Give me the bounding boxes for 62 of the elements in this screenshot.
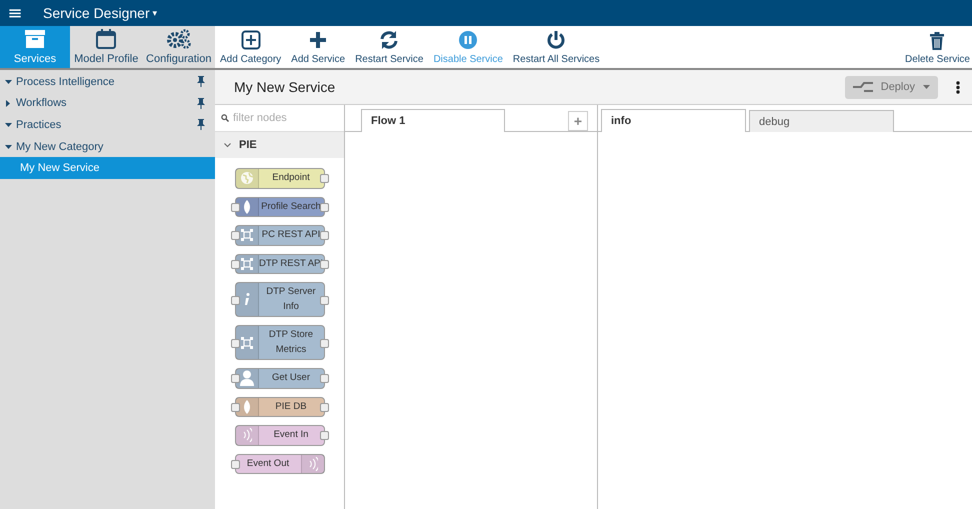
leaf-icon — [242, 400, 250, 414]
signal-icon — [242, 428, 252, 442]
menu-icon[interactable]: ≡ — [0, 2, 30, 24]
network-icon — [240, 258, 252, 270]
network-icon — [240, 229, 252, 242]
add-box-icon — [240, 30, 261, 50]
add-flow-button[interactable]: + — [568, 111, 588, 131]
refresh-icon — [379, 30, 400, 50]
nav-tab[interactable]: Configuration — [142, 26, 215, 68]
toolbar-button[interactable]: Restart All Services — [508, 26, 605, 68]
category-header[interactable]: PIE — [215, 132, 344, 158]
input-port[interactable] — [230, 460, 240, 469]
caret-right-icon[interactable] — [6, 100, 10, 107]
flow-icon — [852, 82, 873, 92]
pin-icon[interactable] — [197, 98, 205, 109]
input-port[interactable] — [230, 231, 240, 240]
tree-item[interactable]: My New Service — [0, 157, 215, 179]
signal-icon — [308, 456, 318, 471]
network-icon — [240, 336, 252, 348]
app-title[interactable]: Service Designer — [43, 5, 150, 21]
chevron-down-icon[interactable] — [224, 142, 231, 148]
calendar-icon — [95, 29, 118, 49]
pin-icon[interactable] — [197, 119, 205, 130]
flow-tab[interactable]: Flow 1 — [361, 109, 505, 132]
input-port[interactable] — [230, 296, 240, 304]
output-port[interactable] — [320, 202, 328, 212]
input-port[interactable] — [230, 402, 240, 412]
user-icon — [240, 370, 254, 386]
filter-input[interactable]: filter nodes — [233, 112, 333, 124]
pin-icon[interactable] — [197, 76, 205, 88]
input-port[interactable] — [230, 260, 240, 269]
nav-tab[interactable]: Model Profile — [70, 26, 142, 68]
sidebar-tab[interactable]: info — [601, 109, 746, 132]
pause-icon — [458, 30, 478, 50]
toolbar-button[interactable]: Add Service — [286, 26, 350, 68]
caret-down-icon[interactable] — [4, 144, 12, 149]
input-port[interactable] — [230, 202, 240, 212]
delete-button[interactable]: Delete Service — [900, 26, 972, 68]
tree-item[interactable]: Workflows — [13, 97, 197, 110]
gears-icon — [166, 29, 191, 49]
info-icon — [244, 293, 250, 306]
toolbar-button[interactable]: Restart Service — [350, 26, 428, 68]
input-port[interactable] — [230, 374, 240, 384]
search-icon — [221, 114, 229, 122]
more-options-icon[interactable] — [956, 80, 960, 94]
trash-icon — [929, 32, 946, 50]
archive-box-icon — [24, 29, 46, 49]
sidebar-tab[interactable]: debug — [749, 110, 894, 132]
tree-item[interactable]: My New Category — [13, 140, 215, 153]
page-title: My New Service — [234, 79, 336, 95]
toolbar-button[interactable]: Add Category — [215, 26, 286, 68]
caret-icon[interactable]: ▾ — [152, 8, 158, 18]
caret-down-icon[interactable] — [4, 80, 12, 84]
tree-item[interactable]: Practices — [13, 118, 197, 131]
leaf-icon — [242, 200, 250, 214]
caret-down-icon[interactable] — [4, 122, 12, 127]
plus-icon — [308, 30, 328, 50]
nav-tab[interactable]: Services — [0, 26, 70, 68]
input-port[interactable] — [230, 338, 240, 348]
globe-icon — [240, 171, 254, 186]
tree-item[interactable]: Process Intelligence — [13, 76, 197, 88]
power-icon — [546, 30, 566, 50]
